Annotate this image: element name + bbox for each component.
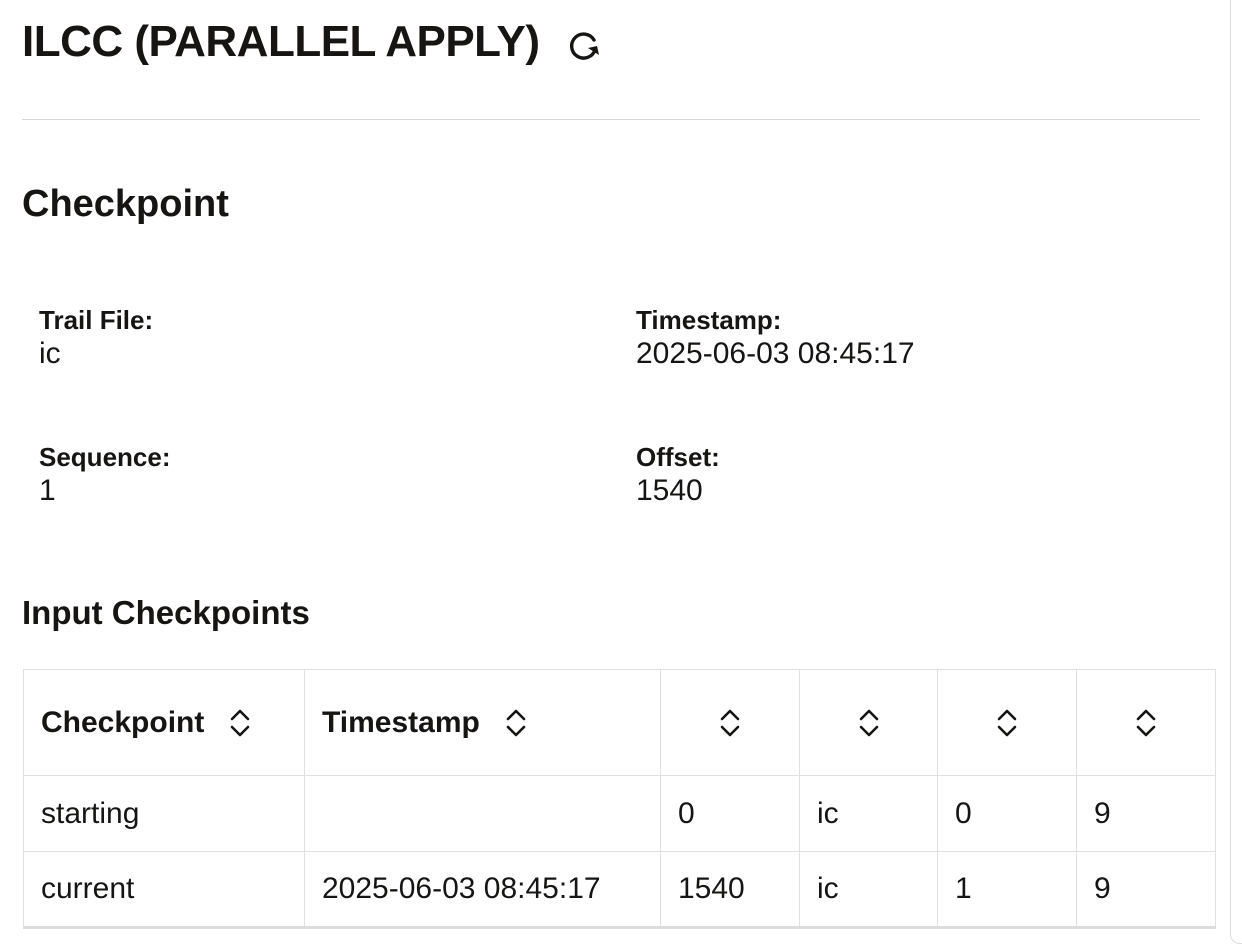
sort-icon[interactable] bbox=[228, 708, 252, 738]
column-header-3[interactable] bbox=[660, 669, 800, 776]
column-header-4[interactable] bbox=[799, 669, 938, 776]
table-cell: 2025-06-03 08:45:17 bbox=[304, 851, 661, 929]
table-cell: 0 bbox=[660, 775, 800, 852]
column-header-checkpoint[interactable]: Checkpoint bbox=[23, 669, 305, 776]
table-row: starting 0 ic 0 9 bbox=[23, 775, 1216, 852]
offset-value: 1540 bbox=[636, 474, 703, 507]
column-header-label: Checkpoint bbox=[41, 705, 205, 739]
table-cell bbox=[304, 775, 661, 852]
page: ILCC (PARALLEL APPLY) Checkpoint Trail F… bbox=[0, 0, 1242, 944]
offset-field: Offset: 1540 bbox=[636, 442, 720, 510]
table-row: current 2025-06-03 08:45:17 1540 ic 1 9 bbox=[23, 851, 1216, 929]
column-header-6[interactable] bbox=[1076, 669, 1216, 776]
column-header-5[interactable] bbox=[937, 669, 1077, 776]
column-header-timestamp[interactable]: Timestamp bbox=[304, 669, 661, 776]
sort-icon[interactable] bbox=[718, 708, 742, 738]
table-cell: 9 bbox=[1076, 775, 1216, 852]
table-cell: ic bbox=[799, 775, 938, 852]
sort-icon[interactable] bbox=[995, 708, 1019, 738]
page-title: ILCC (PARALLEL APPLY) bbox=[22, 17, 540, 66]
sort-icon[interactable] bbox=[857, 708, 881, 738]
table-header-row: Checkpoint Timestamp bbox=[23, 669, 1216, 776]
checkpoint-section-title: Checkpoint bbox=[22, 183, 229, 225]
refresh-icon bbox=[569, 32, 599, 60]
trail-file-field: Trail File: ic bbox=[39, 305, 153, 373]
table-cell: 9 bbox=[1076, 851, 1216, 929]
header-divider bbox=[22, 119, 1200, 120]
input-checkpoints-title: Input Checkpoints bbox=[22, 594, 310, 631]
trail-file-label: Trail File: bbox=[39, 305, 154, 335]
sequence-field: Sequence: 1 bbox=[39, 442, 171, 510]
trail-file-value: ic bbox=[39, 337, 61, 370]
table-cell: starting bbox=[23, 775, 305, 852]
refresh-button[interactable] bbox=[564, 25, 604, 65]
sort-icon[interactable] bbox=[504, 708, 528, 738]
panel-edge bbox=[1230, 0, 1242, 944]
sort-icon[interactable] bbox=[1134, 708, 1158, 738]
offset-label: Offset: bbox=[636, 442, 720, 472]
table-cell: ic bbox=[799, 851, 938, 929]
timestamp-value: 2025-06-03 08:45:17 bbox=[636, 337, 915, 370]
table-cell: 1 bbox=[937, 851, 1077, 929]
timestamp-label: Timestamp: bbox=[636, 305, 782, 335]
header: ILCC (PARALLEL APPLY) bbox=[22, 14, 604, 70]
table-cell: 1540 bbox=[660, 851, 800, 929]
sequence-value: 1 bbox=[39, 474, 56, 507]
table-cell: 0 bbox=[937, 775, 1077, 852]
sequence-label: Sequence: bbox=[39, 442, 171, 472]
timestamp-field: Timestamp: 2025-06-03 08:45:17 bbox=[636, 305, 915, 373]
table-cell: current bbox=[23, 851, 305, 929]
input-checkpoints-table: Checkpoint Timestamp starting 0 ic 0 9 c… bbox=[23, 669, 1216, 929]
column-header-label: Timestamp bbox=[322, 705, 480, 739]
